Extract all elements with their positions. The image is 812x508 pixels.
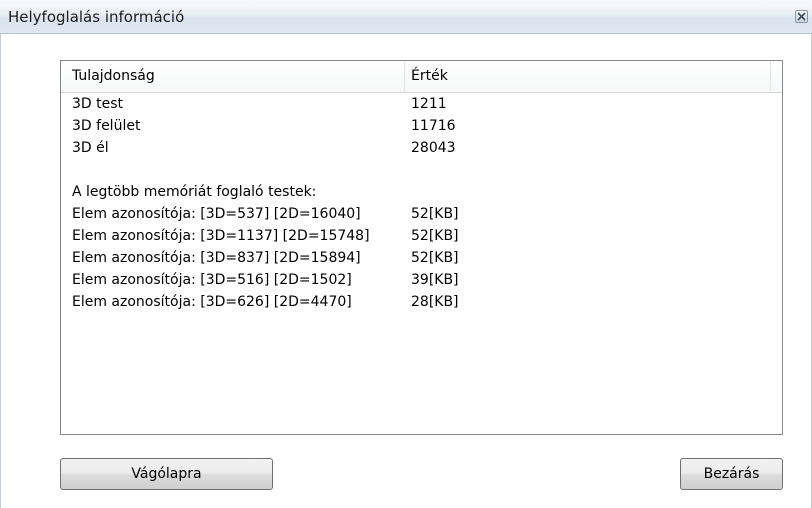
- title-bar[interactable]: Helyfoglalás információ: [0, 0, 812, 34]
- list-item[interactable]: [61, 159, 782, 181]
- list-item[interactable]: Elem azonosítója: [3D=1137] [2D=15748] 52…: [61, 225, 782, 247]
- cell-property: 3D felület: [72, 118, 141, 134]
- cell-property: A legtöbb memóriát foglaló testek:: [72, 184, 317, 200]
- cell-value: 39[KB]: [411, 272, 459, 288]
- dialog-window: Helyfoglalás információ Tulajdonság Érté…: [0, 0, 812, 508]
- column-header-property[interactable]: Tulajdonság: [61, 61, 405, 92]
- column-header-filler: [771, 61, 782, 92]
- list-item[interactable]: Elem azonosítója: [3D=626] [2D=4470] 28[K…: [61, 291, 782, 313]
- cell-property: 3D test: [72, 96, 124, 112]
- list-item[interactable]: A legtöbb memóriát foglaló testek:: [61, 181, 782, 203]
- list-item[interactable]: 3D él 28043: [61, 137, 782, 159]
- cell-value: 11716: [411, 118, 456, 134]
- list-item[interactable]: 3D test 1211: [61, 93, 782, 115]
- cell-value: 28043: [411, 140, 456, 156]
- cell-value: 52[KB]: [411, 250, 459, 266]
- list-item[interactable]: Elem azonosítója: [3D=516] [2D=1502] 39[K…: [61, 269, 782, 291]
- cell-property: Elem azonosítója: [3D=537] [2D=16040]: [72, 206, 361, 222]
- memory-info-list[interactable]: Tulajdonság Érték 3D test 1211 3D felület 1…: [60, 60, 783, 435]
- cell-value: 28[KB]: [411, 294, 459, 310]
- window-title: Helyfoglalás információ: [8, 8, 185, 26]
- column-header-value[interactable]: Érték: [405, 61, 771, 92]
- close-icon: [797, 12, 806, 21]
- list-item[interactable]: 3D felület 11716: [61, 115, 782, 137]
- cell-property: Elem azonosítója: [3D=626] [2D=4470]: [72, 294, 352, 310]
- window-border-left: [0, 34, 1, 508]
- copy-to-clipboard-button[interactable]: Vágólapra: [60, 458, 273, 490]
- close-button[interactable]: Bezárás: [680, 458, 783, 490]
- cell-value: 52[KB]: [411, 228, 459, 244]
- list-item[interactable]: Elem azonosítója: [3D=837] [2D=15894] 52[…: [61, 247, 782, 269]
- cell-property: Elem azonosítója: [3D=1137] [2D=15748]: [72, 228, 370, 244]
- list-header: Tulajdonság Érték: [61, 61, 782, 93]
- cell-property: Elem azonosítója: [3D=837] [2D=15894]: [72, 250, 361, 266]
- cell-value: 52[KB]: [411, 206, 459, 222]
- cell-property: Elem azonosítója: [3D=516] [2D=1502]: [72, 272, 352, 288]
- cell-value: 1211: [411, 96, 447, 112]
- cell-property: 3D él: [72, 140, 109, 156]
- list-rows: 3D test 1211 3D felület 11716 3D él 28043 A le…: [61, 93, 782, 313]
- window-close-button[interactable]: [795, 10, 808, 23]
- list-item[interactable]: Elem azonosítója: [3D=537] [2D=16040] 52[…: [61, 203, 782, 225]
